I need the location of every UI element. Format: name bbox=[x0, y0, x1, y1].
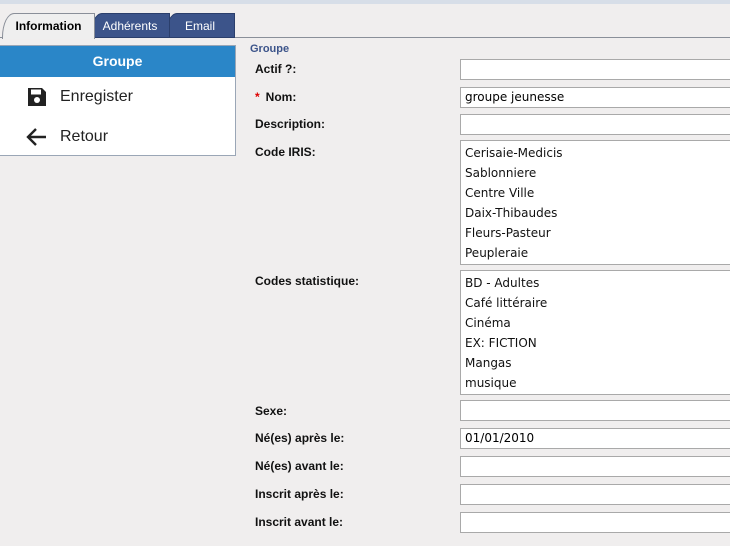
inscrit-avant-field[interactable] bbox=[460, 512, 730, 533]
list-item[interactable]: Peupleraie bbox=[461, 243, 730, 263]
list-item[interactable]: musique bbox=[461, 373, 730, 393]
top-strip bbox=[0, 0, 730, 4]
floppy-disk-icon bbox=[24, 84, 50, 110]
label-inscrit-apres: Inscrit après le: bbox=[255, 487, 344, 501]
label-nes-avant: Né(es) avant le: bbox=[255, 459, 344, 473]
tab-bar: Email Adhérents Information bbox=[0, 10, 730, 39]
label-sexe: Sexe: bbox=[255, 404, 288, 418]
sexe-field[interactable] bbox=[460, 400, 730, 421]
list-item[interactable]: Fleurs-Pasteur bbox=[461, 223, 730, 243]
list-item[interactable]: EX: FICTION bbox=[461, 333, 730, 353]
label-nom: * Nom: bbox=[255, 90, 296, 104]
label-actif: Actif ?: bbox=[255, 62, 297, 76]
label-code-iris: Code IRIS: bbox=[255, 145, 316, 159]
list-item[interactable]: Cerisaie-Medicis bbox=[461, 143, 730, 163]
list-item[interactable]: Cinéma bbox=[461, 313, 730, 333]
panel-header: Groupe bbox=[0, 46, 235, 77]
save-label: Enregister bbox=[60, 88, 133, 105]
label-description: Description: bbox=[255, 117, 326, 131]
description-field[interactable] bbox=[460, 114, 730, 135]
label-inscrit-avant: Inscrit avant le: bbox=[255, 515, 344, 529]
action-panel: Groupe Enregister Retour bbox=[0, 45, 236, 156]
back-button[interactable]: Retour bbox=[0, 117, 235, 157]
tab-information[interactable]: Information bbox=[2, 13, 95, 39]
list-item[interactable]: Café littéraire bbox=[461, 293, 730, 313]
required-mark: * bbox=[255, 90, 260, 104]
section-title: Groupe bbox=[250, 43, 290, 55]
code-iris-listbox[interactable]: Cerisaie-Medicis Sablonniere Centre Vill… bbox=[460, 140, 730, 265]
codes-statistique-listbox[interactable]: BD - Adultes Café littéraire Cinéma EX: … bbox=[460, 270, 730, 395]
nes-avant-field[interactable] bbox=[460, 456, 730, 477]
label-nom-text: Nom: bbox=[265, 90, 297, 104]
list-item[interactable]: Sablonniere bbox=[461, 163, 730, 183]
list-item[interactable]: Daix-Thibaudes bbox=[461, 203, 730, 223]
list-item[interactable]: BD - Adultes bbox=[461, 273, 730, 293]
save-button[interactable]: Enregister bbox=[0, 77, 235, 117]
tab-email[interactable]: Email bbox=[165, 13, 235, 38]
actif-field[interactable] bbox=[460, 59, 730, 80]
back-label: Retour bbox=[60, 128, 109, 145]
nom-field[interactable]: groupe jeunesse bbox=[460, 87, 730, 108]
label-codes-statistique: Codes statistique: bbox=[255, 274, 360, 288]
list-item[interactable]: Mangas bbox=[461, 353, 730, 373]
tab-adherents[interactable]: Adhérents bbox=[90, 13, 170, 38]
label-nes-apres: Né(es) après le: bbox=[255, 431, 345, 445]
nes-apres-field[interactable]: 01/01/2010 bbox=[460, 428, 730, 449]
inscrit-apres-field[interactable] bbox=[460, 484, 730, 505]
arrow-left-icon bbox=[24, 124, 50, 150]
list-item[interactable]: Centre Ville bbox=[461, 183, 730, 203]
